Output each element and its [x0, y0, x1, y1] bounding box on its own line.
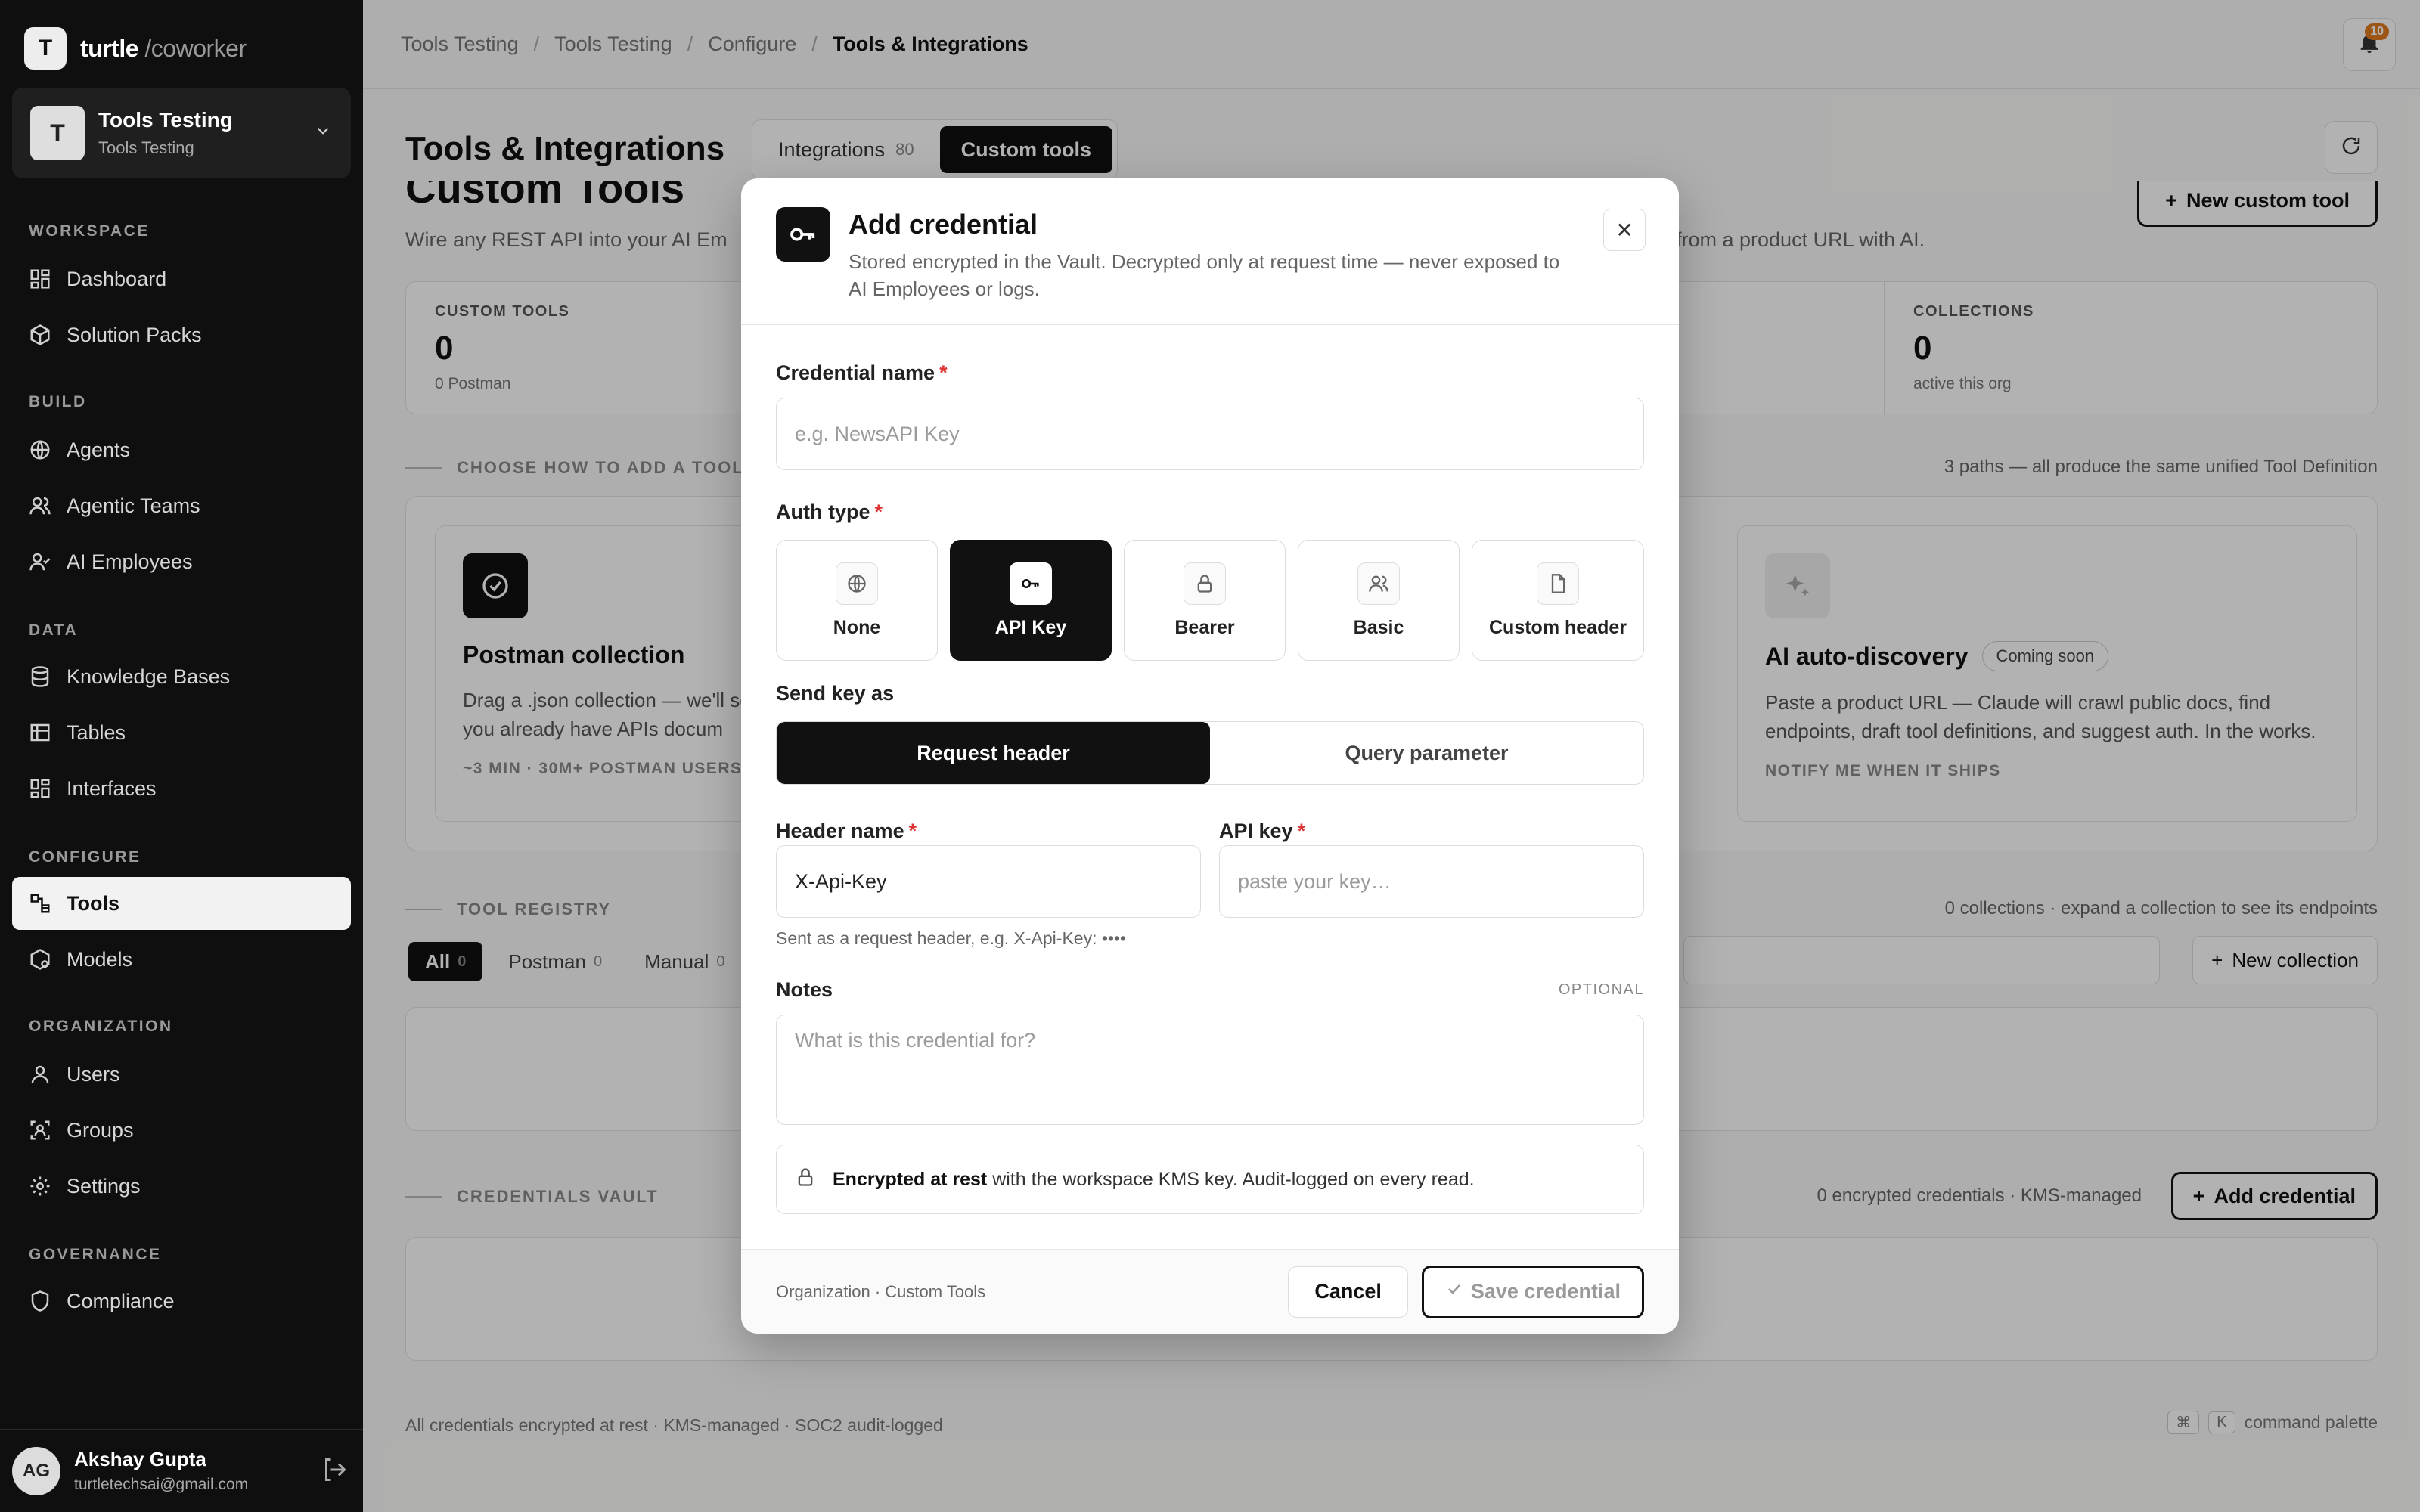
auth-option-basic[interactable]: Basic	[1298, 540, 1460, 661]
header-name-input[interactable]	[776, 845, 1201, 918]
api-key-input[interactable]	[1219, 845, 1644, 918]
sidebar-item-dashboard[interactable]: Dashboard	[12, 253, 351, 305]
nav-section-configure: CONFIGURE	[29, 848, 141, 866]
dialog-header: Add credential Stored encrypted in the V…	[741, 178, 1679, 325]
nav-section-build: BUILD	[29, 393, 87, 411]
sidebar-item-users[interactable]: Users	[12, 1048, 351, 1101]
chevron-down-icon	[313, 121, 333, 146]
package-icon	[29, 324, 51, 346]
send-as-label: Send key as	[776, 682, 895, 705]
tools-icon	[29, 892, 51, 915]
user-check-icon	[29, 550, 51, 573]
users-icon	[1357, 562, 1400, 605]
user-email: turtletechsai@gmail.com	[74, 1476, 249, 1493]
user-profile[interactable]: AG Akshay Gupta turtletechsai@gmail.com	[0, 1429, 363, 1512]
lock-icon	[1184, 562, 1226, 605]
sidebar-item-agents[interactable]: Agents	[12, 423, 351, 476]
nav-section-workspace: WORKSPACE	[29, 222, 150, 240]
sidebar-item-solution-packs[interactable]: Solution Packs	[12, 308, 351, 361]
shield-icon	[29, 1290, 51, 1312]
send-as-toggle: Request header Query parameter	[776, 721, 1644, 785]
org-name: Tools Testing	[98, 108, 233, 132]
notes-textarea[interactable]	[776, 1015, 1644, 1125]
file-icon	[1537, 562, 1579, 605]
group-icon	[29, 1119, 51, 1142]
brand[interactable]: T turtle /coworker	[24, 27, 247, 70]
auth-option-none[interactable]: None	[776, 540, 938, 661]
nav-section-governance: GOVERNANCE	[29, 1246, 162, 1263]
globe-icon	[836, 562, 878, 605]
database-icon	[29, 665, 51, 688]
lock-icon	[795, 1167, 816, 1193]
nav-section-data: DATA	[29, 621, 79, 639]
save-credential-button[interactable]: Save credential	[1421, 1265, 1644, 1318]
sidebar-item-models[interactable]: Models	[12, 933, 351, 986]
dialog-footer: Organization · Custom Tools Cancel Save …	[741, 1249, 1679, 1334]
org-switcher[interactable]: T Tools Testing Tools Testing	[12, 88, 351, 178]
sidebar-item-settings[interactable]: Settings	[12, 1160, 351, 1213]
add-credential-dialog: Add credential Stored encrypted in the V…	[741, 178, 1679, 1334]
header-help-text: Sent as a request header, e.g. X-Api-Key…	[776, 928, 1127, 948]
auth-option-custom-header[interactable]: Custom header	[1472, 540, 1644, 661]
send-as-query-parameter[interactable]: Query parameter	[1210, 722, 1643, 784]
api-key-label: API key *	[1219, 820, 1306, 842]
auth-option-api-key[interactable]: API Key	[950, 540, 1112, 661]
table-icon	[29, 721, 51, 744]
avatar: AG	[12, 1446, 60, 1495]
cube-icon	[29, 948, 51, 971]
org-subtitle: Tools Testing	[98, 138, 194, 157]
auth-type-label: Auth type *	[776, 500, 883, 523]
sidebar-item-tables[interactable]: Tables	[12, 706, 351, 759]
credential-name-label: Credential name *	[776, 361, 948, 384]
check-icon	[1445, 1280, 1463, 1303]
nav-section-organization: ORGANIZATION	[29, 1018, 173, 1035]
dialog-description: Stored encrypted in the Vault. Decrypted…	[849, 250, 1560, 300]
auth-option-bearer[interactable]: Bearer	[1124, 540, 1286, 661]
layout-icon	[29, 777, 51, 800]
users-icon	[29, 494, 51, 517]
globe-icon	[29, 438, 51, 461]
dialog-title: Add credential	[849, 209, 1038, 240]
notes-label: Notes	[776, 978, 833, 1001]
key-icon	[1010, 562, 1052, 605]
org-avatar: T	[30, 106, 85, 160]
sidebar-item-agentic-teams[interactable]: Agentic Teams	[12, 479, 351, 532]
encryption-note: Encrypted at rest with the workspace KMS…	[776, 1145, 1644, 1214]
cancel-button[interactable]: Cancel	[1288, 1266, 1408, 1318]
sidebar-item-ai-employees[interactable]: AI Employees	[12, 535, 351, 588]
logout-icon[interactable]	[321, 1456, 351, 1486]
gear-icon	[29, 1175, 51, 1198]
close-button[interactable]: ✕	[1603, 209, 1646, 251]
send-as-request-header[interactable]: Request header	[777, 722, 1210, 784]
close-icon: ✕	[1615, 218, 1634, 242]
brand-name: turtle /coworker	[80, 34, 247, 62]
sidebar-item-knowledge-bases[interactable]: Knowledge Bases	[12, 650, 351, 703]
user-name: Akshay Gupta	[74, 1448, 206, 1470]
header-name-label: Header name *	[776, 820, 917, 842]
brand-logo: T	[24, 27, 67, 70]
sidebar-item-tools[interactable]: Tools	[12, 877, 351, 930]
sidebar-item-groups[interactable]: Groups	[12, 1104, 351, 1157]
user-icon	[29, 1063, 51, 1086]
key-icon	[776, 207, 830, 262]
sidebar: T turtle /coworker T Tools Testing Tools…	[0, 0, 363, 1512]
dialog-footer-context: Organization · Custom Tools	[776, 1281, 986, 1301]
credential-name-input[interactable]	[776, 398, 1644, 470]
sidebar-item-interfaces[interactable]: Interfaces	[12, 762, 351, 815]
grid-icon	[29, 268, 51, 290]
sidebar-item-compliance[interactable]: Compliance	[12, 1275, 351, 1328]
optional-tag: OPTIONAL	[1558, 981, 1644, 998]
